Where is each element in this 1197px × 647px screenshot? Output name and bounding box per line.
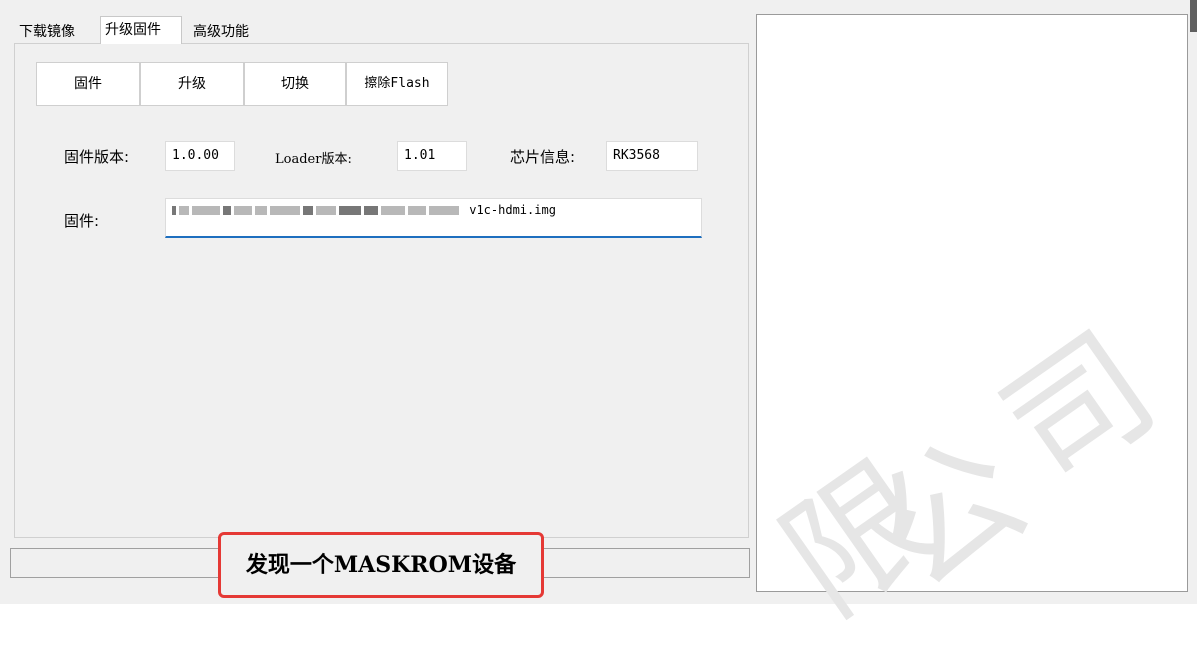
window-edge [1190, 0, 1197, 32]
chip-info-field: RK3568 [606, 141, 698, 171]
upgrade-firmware-panel [14, 43, 749, 538]
tab-download-image[interactable]: 下载镜像 [14, 20, 94, 42]
redacted-path-segment [172, 203, 469, 217]
log-panel[interactable] [756, 14, 1188, 592]
erase-flash-button[interactable]: 擦除Flash [346, 62, 448, 106]
tab-advanced-functions[interactable]: 高级功能 [188, 20, 268, 42]
firmware-version-field: 1.0.00 [165, 141, 235, 171]
firmware-path-label: 固件: [64, 212, 100, 230]
upgrade-button[interactable]: 升级 [140, 62, 244, 106]
loader-version-field: 1.01 [397, 141, 467, 171]
firmware-path-input[interactable]: v1c-hdmi.img [165, 198, 702, 238]
firmware-path-suffix: v1c-hdmi.img [469, 203, 556, 217]
firmware-version-label: 固件版本: [64, 148, 130, 166]
tab-upgrade-firmware[interactable]: 升级固件 [100, 16, 182, 44]
loader-version-label: Loader版本: [275, 152, 352, 167]
switch-button[interactable]: 切换 [244, 62, 346, 106]
status-message: 发现一个MASKROM设备 [218, 532, 544, 598]
chip-info-label: 芯片信息: [510, 148, 576, 166]
rkdevtool-window: 下载镜像 升级固件 高级功能 固件 升级 切换 擦除Flash 固件版本: 1.… [0, 0, 1197, 647]
firmware-button[interactable]: 固件 [36, 62, 140, 106]
